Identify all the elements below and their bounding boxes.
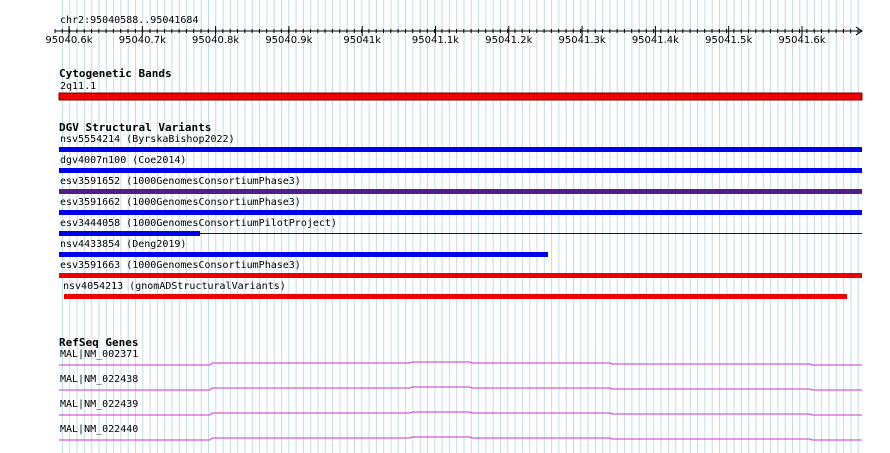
ruler-tick-label: 95041.6k bbox=[778, 35, 826, 46]
dgv-feature-bar[interactable] bbox=[59, 147, 862, 152]
dgv-feature-label[interactable]: nsv4054213 (gnomADStructuralVariants) bbox=[63, 281, 286, 293]
dgv-feature-label[interactable]: nsv4433854 (Deng2019) bbox=[60, 239, 186, 251]
dgv-feature-bar[interactable] bbox=[59, 231, 200, 236]
dgv-feature-bar[interactable] bbox=[64, 294, 847, 299]
refseq-gene-line[interactable] bbox=[59, 411, 862, 416]
ruler-tick-label: 95041.3k bbox=[558, 35, 606, 46]
dgv-track-title: DGV Structural Variants bbox=[59, 121, 212, 134]
dgv-feature-label[interactable]: esv3591652 (1000GenomesConsortiumPhase3) bbox=[60, 176, 301, 188]
dgv-feature-bar[interactable] bbox=[59, 210, 862, 215]
cytoband-feature-label[interactable]: 2q11.1 bbox=[60, 81, 96, 93]
cytoband-feature-bar[interactable] bbox=[58, 92, 863, 101]
ruler-tick-label: 95040.8k bbox=[192, 35, 240, 46]
refseq-gene-line[interactable] bbox=[59, 436, 862, 441]
dgv-feature-bar[interactable] bbox=[59, 189, 862, 194]
dgv-feature-label[interactable]: esv3591662 (1000GenomesConsortiumPhase3) bbox=[60, 197, 301, 209]
ruler-tick-label: 95041.1k bbox=[411, 35, 460, 46]
refseq-gene-line[interactable] bbox=[59, 386, 862, 391]
dgv-feature-bar[interactable] bbox=[59, 168, 862, 173]
ruler-tick-label: 95041.2k bbox=[485, 35, 533, 46]
refseq-gene-line[interactable] bbox=[59, 361, 862, 366]
ruler-tick-label: 95041.5k bbox=[705, 35, 753, 46]
dgv-feature-label[interactable]: esv3591663 (1000GenomesConsortiumPhase3) bbox=[60, 260, 301, 272]
refseq-gene-label[interactable]: MAL|NM_002371 bbox=[60, 349, 138, 361]
ruler-tick-label: 95040.7k bbox=[118, 35, 166, 46]
ruler-tick-label: 95040.6k bbox=[45, 35, 93, 46]
dgv-feature-label[interactable]: esv3444058 (1000GenomesConsortiumPilotPr… bbox=[60, 218, 337, 230]
dgv-feature-bar[interactable] bbox=[59, 273, 862, 278]
region-label: chr2:95040588..95041684 bbox=[60, 15, 199, 26]
ruler-tick-label: 95041.4k bbox=[631, 35, 679, 46]
cytoband-track-title: Cytogenetic Bands bbox=[59, 67, 172, 80]
ruler-tick-label: 95040.9k bbox=[265, 35, 313, 46]
dgv-feature-bar[interactable] bbox=[59, 252, 548, 257]
dgv-feature-label[interactable]: nsv5554214 (ByrskaBishop2022) bbox=[60, 134, 235, 146]
dgv-feature-label[interactable]: dgv4007n100 (Coe2014) bbox=[60, 155, 186, 167]
refseq-track-title: RefSeq Genes bbox=[59, 336, 139, 349]
ruler-tick-label: 95041k bbox=[343, 35, 381, 46]
refseq-gene-label[interactable]: MAL|NM_022439 bbox=[60, 399, 138, 411]
refseq-gene-label[interactable]: MAL|NM_022438 bbox=[60, 374, 138, 386]
refseq-gene-label[interactable]: MAL|NM_022440 bbox=[60, 424, 138, 436]
genome-browser-view: chr2:95040588..95041684 95040.6k 95040.7k… bbox=[0, 0, 890, 453]
